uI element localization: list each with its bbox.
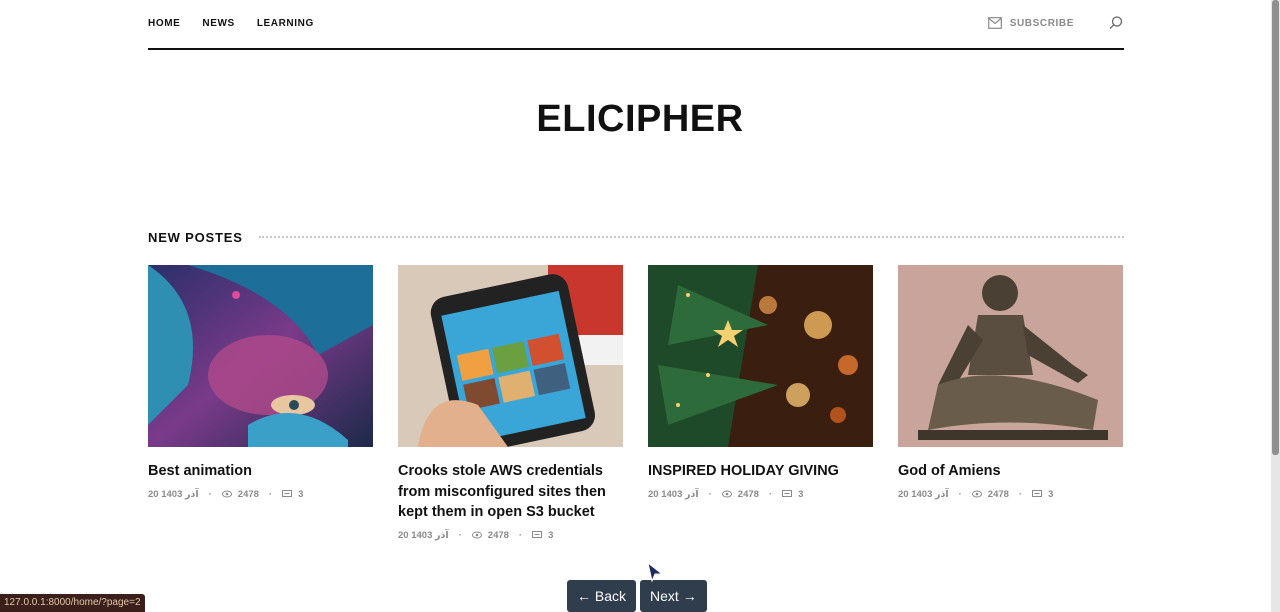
post-title[interactable]: Best animation bbox=[148, 461, 373, 482]
post-date: 20 آذر 1403 bbox=[898, 488, 949, 500]
post-title[interactable]: Crooks stole AWS credentials from miscon… bbox=[398, 461, 623, 523]
scrollbar[interactable] bbox=[1271, 0, 1280, 612]
comment-icon bbox=[1032, 490, 1043, 497]
section-title: NEW POSTES bbox=[148, 229, 243, 245]
subscribe-link[interactable]: SUBSCRIBE bbox=[987, 17, 1074, 29]
top-navigation: HOME NEWS LEARNING SUBSCRIBE bbox=[148, 0, 1124, 50]
post-views: 2478 bbox=[737, 488, 759, 500]
meta-separator: · bbox=[458, 529, 462, 541]
post-comments: 3 bbox=[298, 488, 304, 500]
post-views: 2478 bbox=[237, 488, 259, 500]
nav-link-news[interactable]: NEWS bbox=[202, 18, 234, 29]
post-comments: 3 bbox=[1048, 488, 1054, 500]
pagination: ← Back Next → bbox=[567, 580, 707, 612]
post-meta: 20 آذر 1403 · 2478 · 3 bbox=[398, 530, 623, 541]
section-header: NEW POSTES bbox=[148, 228, 1124, 246]
mouse-cursor-icon bbox=[647, 562, 664, 582]
back-button[interactable]: ← Back bbox=[567, 580, 637, 612]
eye-icon bbox=[471, 531, 482, 539]
nav-link-learning[interactable]: LEARNING bbox=[257, 18, 314, 29]
post-title[interactable]: God of Amiens bbox=[898, 461, 1123, 482]
post-meta: 20 آذر 1403 · 2478 · 3 bbox=[648, 489, 873, 500]
comment-icon bbox=[532, 531, 543, 538]
section-divider bbox=[258, 236, 1124, 238]
nav-links: HOME NEWS LEARNING bbox=[148, 18, 314, 29]
comment-icon bbox=[282, 490, 293, 497]
mail-icon bbox=[987, 17, 1002, 29]
post-views: 2478 bbox=[987, 488, 1009, 500]
scrollbar-thumb[interactable] bbox=[1272, 0, 1279, 455]
post-card[interactable]: God of Amiens 20 آذر 1403 · 2478 · 3 bbox=[898, 265, 1123, 500]
status-bar-url: 127.0.0.1:8000/home/?page=2 bbox=[0, 594, 145, 612]
eye-icon bbox=[721, 490, 732, 498]
meta-separator: · bbox=[518, 529, 523, 541]
post-image-animation[interactable] bbox=[148, 265, 373, 447]
post-meta: 20 آذر 1403 · 2478 · 3 bbox=[898, 489, 1123, 500]
eye-icon bbox=[971, 490, 982, 498]
post-views: 2478 bbox=[487, 529, 509, 541]
meta-separator: · bbox=[208, 488, 212, 500]
search-icon[interactable] bbox=[1108, 15, 1124, 31]
post-comments: 3 bbox=[548, 529, 554, 541]
post-image-christmas-tree[interactable] bbox=[648, 265, 873, 447]
meta-separator: · bbox=[768, 488, 773, 500]
post-comments: 3 bbox=[798, 488, 804, 500]
nav-link-home[interactable]: HOME bbox=[148, 18, 180, 29]
post-title[interactable]: INSPIRED HOLIDAY GIVING bbox=[648, 461, 873, 482]
post-date: 20 آذر 1403 bbox=[648, 488, 699, 500]
meta-separator: · bbox=[708, 488, 712, 500]
eye-icon bbox=[221, 490, 232, 498]
post-image-statue[interactable] bbox=[898, 265, 1123, 447]
post-card[interactable]: Best animation 20 آذر 1403 · 2478 · 3 bbox=[148, 265, 373, 500]
post-card[interactable]: Crooks stole AWS credentials from miscon… bbox=[398, 265, 623, 541]
post-date: 20 آذر 1403 bbox=[148, 488, 199, 500]
post-meta: 20 آذر 1403 · 2478 · 3 bbox=[148, 489, 373, 500]
site-title: ELICIPHER bbox=[536, 98, 744, 140]
post-card[interactable]: INSPIRED HOLIDAY GIVING 20 آذر 1403 · 24… bbox=[648, 265, 873, 500]
meta-separator: · bbox=[1018, 488, 1023, 500]
comment-icon bbox=[782, 490, 793, 497]
post-date: 20 آذر 1403 bbox=[398, 529, 449, 541]
post-image-phone[interactable] bbox=[398, 265, 623, 447]
meta-separator: · bbox=[268, 488, 273, 500]
subscribe-label: SUBSCRIBE bbox=[1009, 17, 1074, 29]
next-button[interactable]: Next → bbox=[640, 580, 707, 612]
meta-separator: · bbox=[958, 488, 962, 500]
